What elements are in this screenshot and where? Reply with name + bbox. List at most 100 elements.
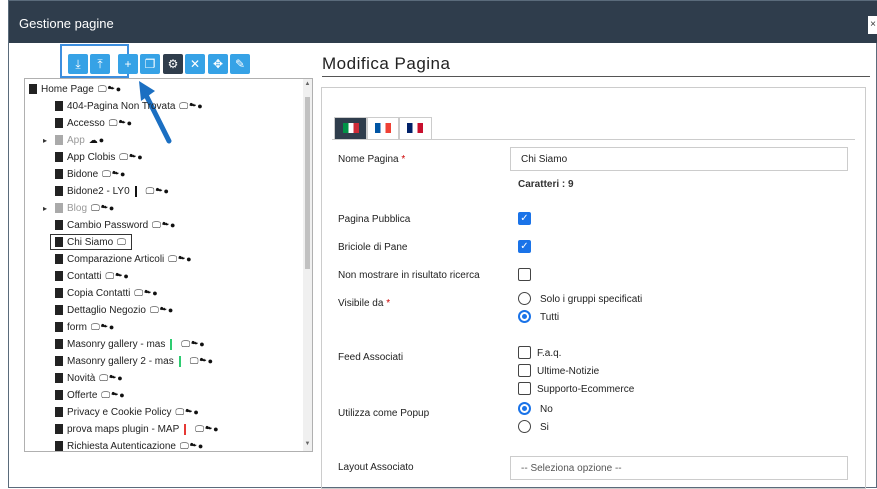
tree-item-label: Copia Contatti — [67, 287, 131, 299]
page-icon — [55, 135, 63, 145]
scroll-up-icon[interactable]: ▲ — [303, 81, 312, 87]
italian-flag-icon — [343, 123, 359, 133]
visibile-tutti-label: Tutti — [540, 312, 560, 323]
nome-pagina-input[interactable]: Chi Siamo — [510, 147, 848, 171]
tree-item[interactable]: Chi Siamo 🖵 — [50, 234, 132, 250]
page-manager-dialog: Gestione pagine × ⤓ ⤒ + ❐ ⚙ ✕ ✥ ✎ Home Page 🖵☁● 4… — [8, 0, 877, 489]
device-icons: 🖵☁● — [145, 185, 170, 196]
device-icons: 🖵☁● — [108, 117, 134, 128]
page-tree: Home Page 🖵☁● 404-Pagina Non Trovata 🖵☁● Acc… — [24, 78, 313, 452]
tree-item-label: App Clobis — [67, 151, 116, 163]
tree-item-label: Home Page — [41, 83, 94, 95]
device-icons: 🖵☁● — [152, 219, 177, 230]
tree-item[interactable]: Home Page 🖵☁● — [29, 81, 122, 97]
tree-item[interactable]: ▸ Blog 🖵☁● — [43, 200, 116, 216]
expand-caret-icon[interactable]: ▸ — [43, 204, 47, 213]
tree-item[interactable]: Privacy e Cookie Policy 🖵☁● — [55, 404, 200, 420]
page-icon — [55, 152, 63, 162]
feed-supporto-label: Supporto-Ecommerce — [537, 384, 635, 395]
popup-no-radio[interactable] — [518, 402, 531, 415]
page-icon — [55, 101, 63, 111]
close-button[interactable]: × — [868, 16, 877, 34]
tree-item[interactable]: Offerte 🖵☁● — [55, 387, 126, 403]
tree-item-label: 404-Pagina Non Trovata — [67, 100, 176, 112]
tree-item[interactable]: form 🖵☁● — [55, 319, 115, 335]
tree-item[interactable]: Richiesta Autenticazione 🖵☁● — [55, 438, 204, 452]
briciole-checkbox[interactable]: ✓ — [518, 240, 531, 253]
tree-item-label: Richiesta Autenticazione — [67, 440, 176, 452]
tab-italian-flag[interactable] — [334, 117, 368, 139]
tree-item[interactable]: prova maps plugin - MAP 🖵☁● — [55, 421, 220, 437]
feed-notizie-label: Ultime-Notizie — [537, 366, 600, 377]
feed-notizie-checkbox[interactable] — [518, 364, 531, 377]
tree-item[interactable]: Contatti 🖵☁● — [55, 268, 130, 284]
copy-icon[interactable]: ❐ — [140, 54, 160, 74]
page-icon — [55, 424, 63, 434]
tree-item-label: form — [67, 321, 87, 333]
device-icons: 🖵☁● — [119, 151, 144, 162]
page-icon — [55, 305, 63, 315]
delete-icon[interactable]: ✕ — [185, 54, 205, 74]
layout-select[interactable]: -- Seleziona opzione -- — [510, 456, 848, 480]
tree-item[interactable]: 404-Pagina Non Trovata 🖵☁● — [55, 98, 204, 114]
visibile-tutti-radio[interactable] — [518, 310, 531, 323]
page-icon — [55, 390, 63, 400]
tree-item[interactable]: Dettaglio Negozio 🖵☁● — [55, 302, 174, 318]
tree-item[interactable]: Bidone2 - LY0 🖵☁● — [55, 183, 170, 199]
tree-item[interactable]: Comparazione Articoli 🖵☁● — [55, 251, 193, 267]
visibile-gruppi-radio[interactable] — [518, 292, 531, 305]
page-icon — [55, 356, 63, 366]
popup-si-radio[interactable] — [518, 420, 531, 433]
tree-item[interactable]: Masonry gallery 2 - mas 🖵☁● — [55, 353, 214, 369]
edit-icon[interactable]: ✎ — [230, 54, 250, 74]
edit-page-form: Nome Pagina * Chi Siamo Caratteri : 9 Pa… — [321, 87, 866, 489]
device-icons: 🖵☁● — [149, 304, 175, 315]
nome-pagina-label: Nome Pagina * — [338, 154, 406, 165]
add-icon[interactable]: + — [118, 54, 138, 74]
tree-item[interactable]: Bidone 🖵☁● — [55, 166, 126, 182]
tree-item-label: Masonry gallery - mas — [67, 338, 166, 350]
move-icon[interactable]: ✥ — [208, 54, 228, 74]
page-icon — [55, 254, 63, 264]
page-icon — [55, 339, 63, 349]
expand-caret-icon[interactable]: ▸ — [43, 136, 47, 145]
tree-item[interactable]: App Clobis 🖵☁● — [55, 149, 144, 165]
tree-item[interactable]: Copia Contatti 🖵☁● — [55, 285, 159, 301]
tree-scrollbar[interactable]: ▲ ▼ — [303, 79, 312, 451]
feed-faq-checkbox[interactable] — [518, 346, 531, 359]
device-icons: 🖵☁● — [99, 372, 124, 383]
pagina-pubblica-checkbox[interactable]: ✓ — [518, 212, 531, 225]
settings-icon[interactable]: ⚙ — [163, 54, 183, 74]
non-mostrare-checkbox[interactable] — [518, 268, 531, 281]
tree-item-label: Blog — [67, 202, 88, 214]
dialog-titlebar: Gestione pagine × — [9, 1, 877, 43]
french-flag-icon — [375, 123, 391, 133]
tree-item[interactable]: Cambio Password 🖵☁● — [55, 217, 176, 233]
scroll-thumb[interactable] — [305, 97, 310, 269]
tree-item[interactable]: Masonry gallery - mas 🖵☁● — [55, 336, 206, 352]
tree-item-label: Dettaglio Negozio — [67, 304, 146, 316]
device-icons: 🖵☁● — [195, 423, 220, 434]
tab-french-flag[interactable] — [366, 117, 400, 139]
tree-item[interactable]: Novità 🖵☁● — [55, 370, 124, 386]
tree-item-label: Accesso — [67, 117, 105, 129]
page-icon — [29, 84, 37, 94]
page-icon — [55, 441, 63, 451]
device-icons: 🖵☁● — [91, 202, 116, 213]
character-count: Caratteri : 9 — [518, 179, 574, 190]
device-icons: ☁● — [88, 134, 106, 145]
tree-item-label: Masonry gallery 2 - mas — [67, 355, 174, 367]
download-icon[interactable]: ⤓ — [68, 54, 88, 74]
device-icons: 🖵☁● — [102, 168, 127, 179]
tree-item[interactable]: ▸ App ☁● — [43, 132, 106, 148]
device-icons: 🖵☁● — [134, 287, 159, 298]
scroll-down-icon[interactable]: ▼ — [303, 441, 312, 447]
feed-supporto-checkbox[interactable] — [518, 382, 531, 395]
tab-uk-flag[interactable] — [398, 117, 432, 139]
page-icon — [55, 186, 63, 196]
tree-item[interactable]: Accesso 🖵☁● — [55, 115, 133, 131]
upload-icon[interactable]: ⤒ — [90, 54, 110, 74]
tree-item-label: prova maps plugin - MAP — [67, 423, 180, 435]
tree-item-label: Contatti — [67, 270, 102, 282]
popup-no-label: No — [540, 404, 553, 415]
